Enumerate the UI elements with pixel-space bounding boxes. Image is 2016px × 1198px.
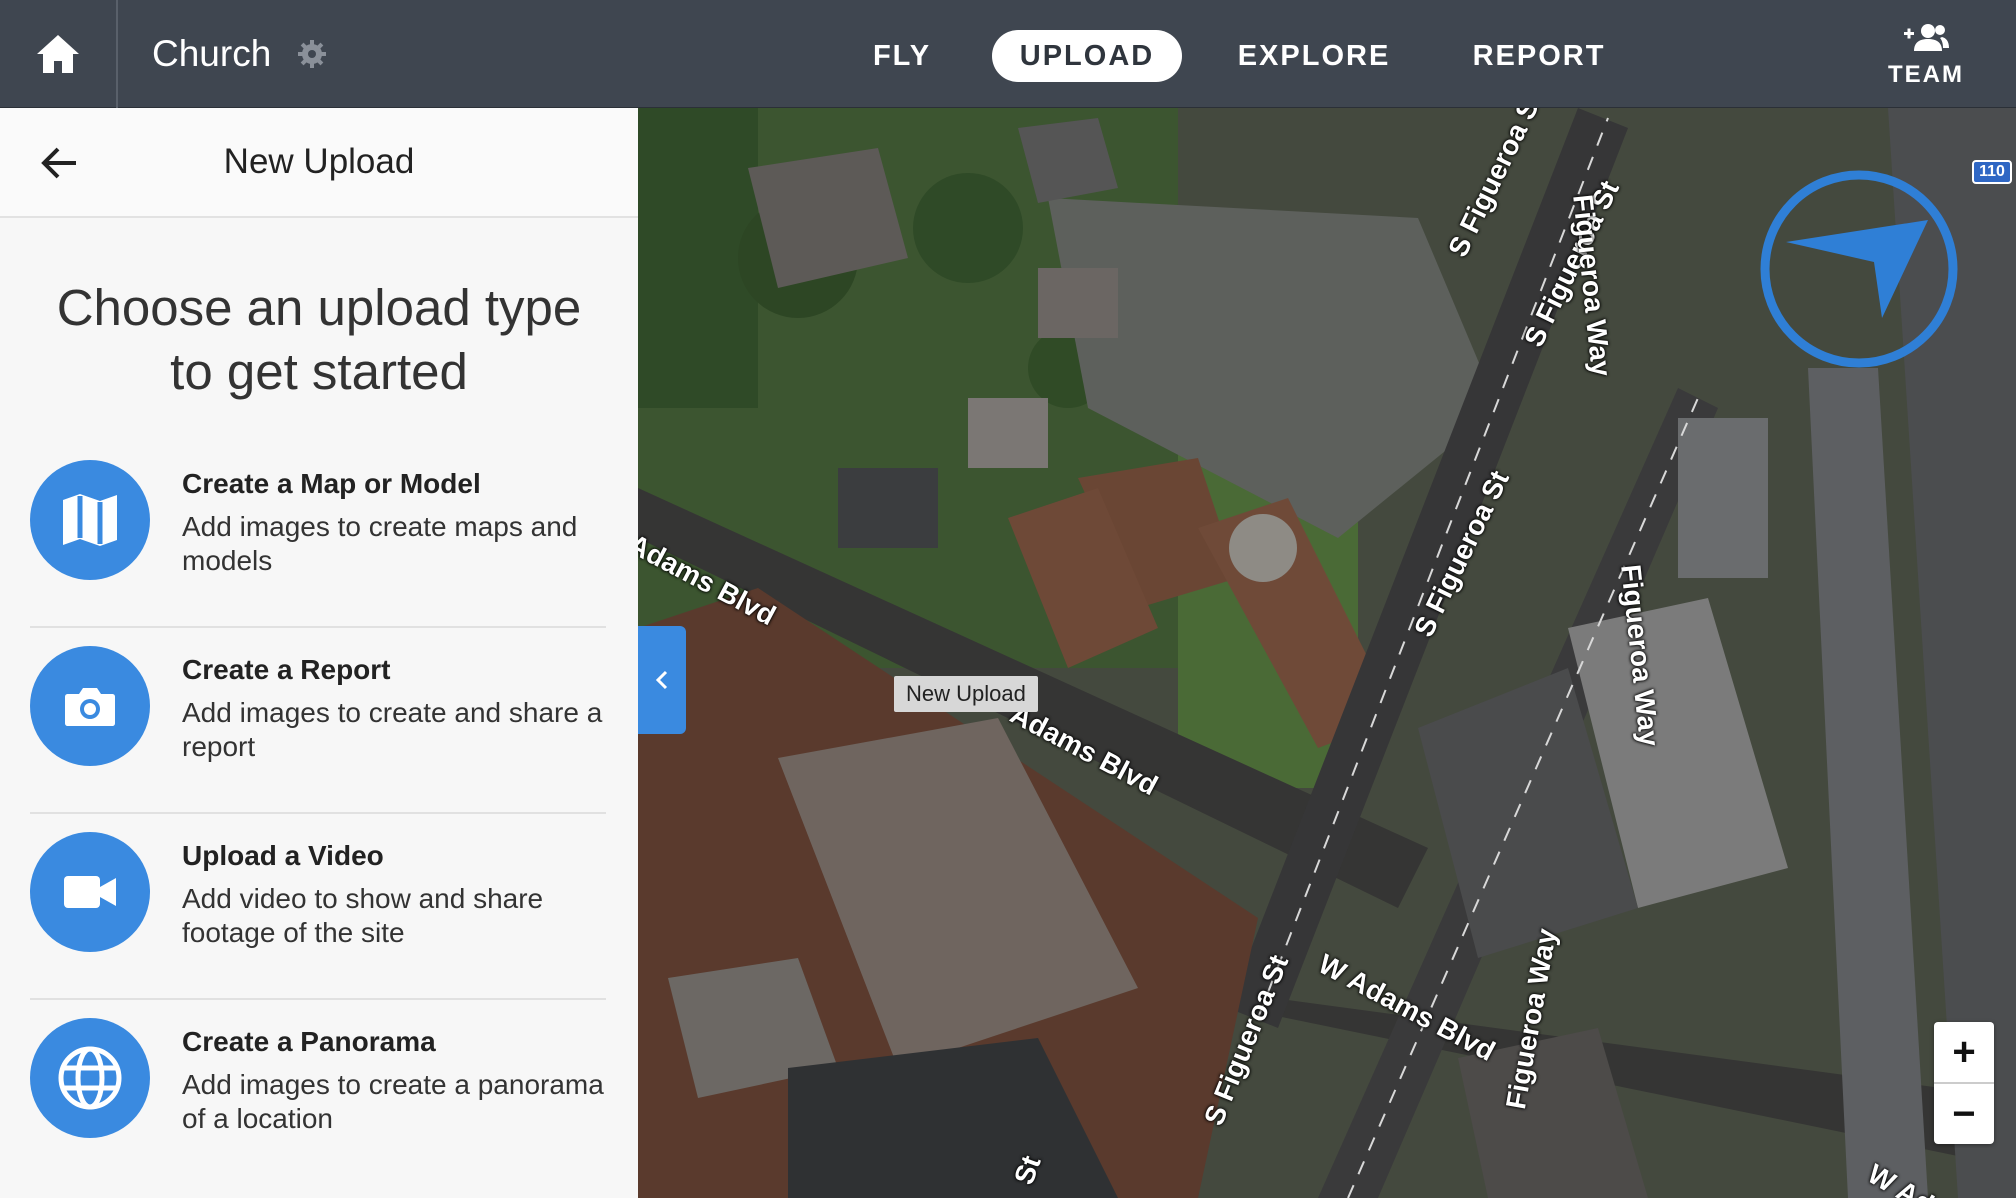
tab-fly[interactable]: FLY (860, 30, 944, 82)
upload-panel: New Upload Choose an upload type to get … (0, 108, 638, 1198)
project-selector[interactable]: Church (152, 33, 327, 75)
option-title: Create a Report (182, 654, 391, 685)
upload-instructions: Choose an upload type to get started (56, 279, 582, 400)
option-title: Create a Panorama (182, 1026, 436, 1057)
chevron-left-icon (655, 670, 668, 690)
option-video[interactable]: Upload a Video Add video to show and sha… (30, 814, 606, 1000)
option-description: Add images to create and share a report (182, 697, 603, 762)
tab-explore[interactable]: EXPLORE (1236, 30, 1392, 82)
home-icon (37, 34, 79, 73)
team-label: TEAM (1888, 61, 1964, 88)
project-name[interactable]: Church (152, 33, 271, 75)
option-map-or-model[interactable]: Create a Map or Model Add images to crea… (30, 442, 606, 628)
home-button[interactable] (0, 0, 118, 108)
upload-type-list: Create a Map or Model Add images to crea… (0, 442, 638, 1186)
back-arrow-icon[interactable] (36, 138, 86, 188)
panel-title: New Upload (223, 142, 415, 181)
zoom-out-button[interactable]: − (1934, 1084, 1994, 1144)
zoom-controls: + − (1934, 1022, 1994, 1144)
option-description: Add images to create a panorama of a loc… (182, 1069, 604, 1134)
team-button[interactable]: TEAM (1888, 22, 1964, 89)
option-title: Create a Map or Model (182, 468, 481, 499)
collapse-tooltip: New Upload (894, 676, 1038, 712)
option-description: Add images to create maps and models (182, 511, 578, 576)
map-icon (30, 460, 150, 580)
option-panorama[interactable]: Create a Panorama Add images to create a… (30, 1000, 606, 1186)
add-team-member-icon (1904, 24, 1949, 51)
zoom-in-button[interactable]: + (1934, 1022, 1994, 1082)
highway-shield: 110 (1972, 160, 2012, 184)
compass-icon[interactable] (1758, 168, 1960, 370)
tab-report[interactable]: REPORT (1466, 30, 1612, 82)
camera-icon (30, 646, 150, 766)
option-report[interactable]: Create a Report Add images to create and… (30, 628, 606, 814)
option-title: Upload a Video (182, 840, 384, 871)
video-camera-icon (30, 832, 150, 952)
gear-icon[interactable] (297, 39, 327, 69)
tab-upload[interactable]: UPLOAD (992, 30, 1182, 82)
panel-header: New Upload (0, 108, 638, 218)
option-description: Add video to show and share footage of t… (182, 883, 544, 948)
globe-icon (30, 1018, 150, 1138)
collapse-panel-button[interactable] (638, 626, 686, 734)
